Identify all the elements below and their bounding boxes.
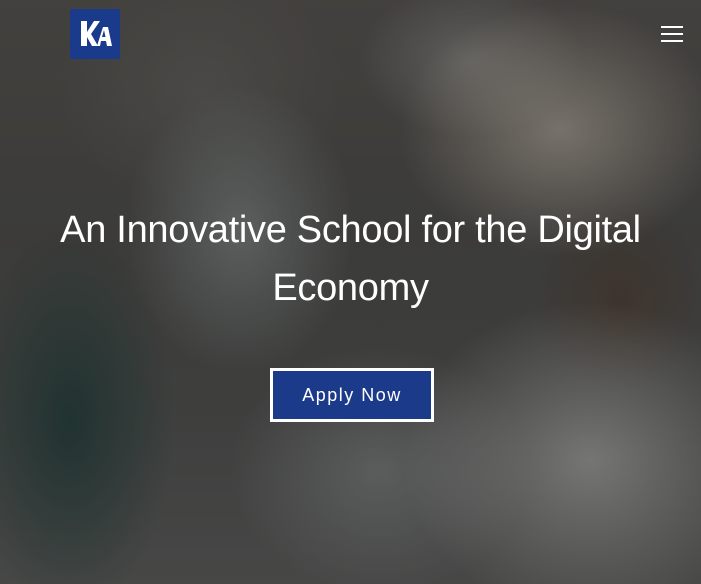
menu-bar-top [661,26,683,28]
site-logo[interactable] [70,9,120,59]
ka-logo-icon [81,21,112,46]
apply-now-button[interactable]: Apply Now [270,368,434,422]
hero-section: An Innovative School for the Digital Eco… [0,0,701,584]
menu-bar-middle [661,33,683,35]
menu-bar-bottom [661,40,683,42]
hero-headline: An Innovative School for the Digital Eco… [60,209,641,309]
hamburger-menu-icon[interactable] [661,26,685,44]
apply-now-label: Apply Now [302,384,402,405]
